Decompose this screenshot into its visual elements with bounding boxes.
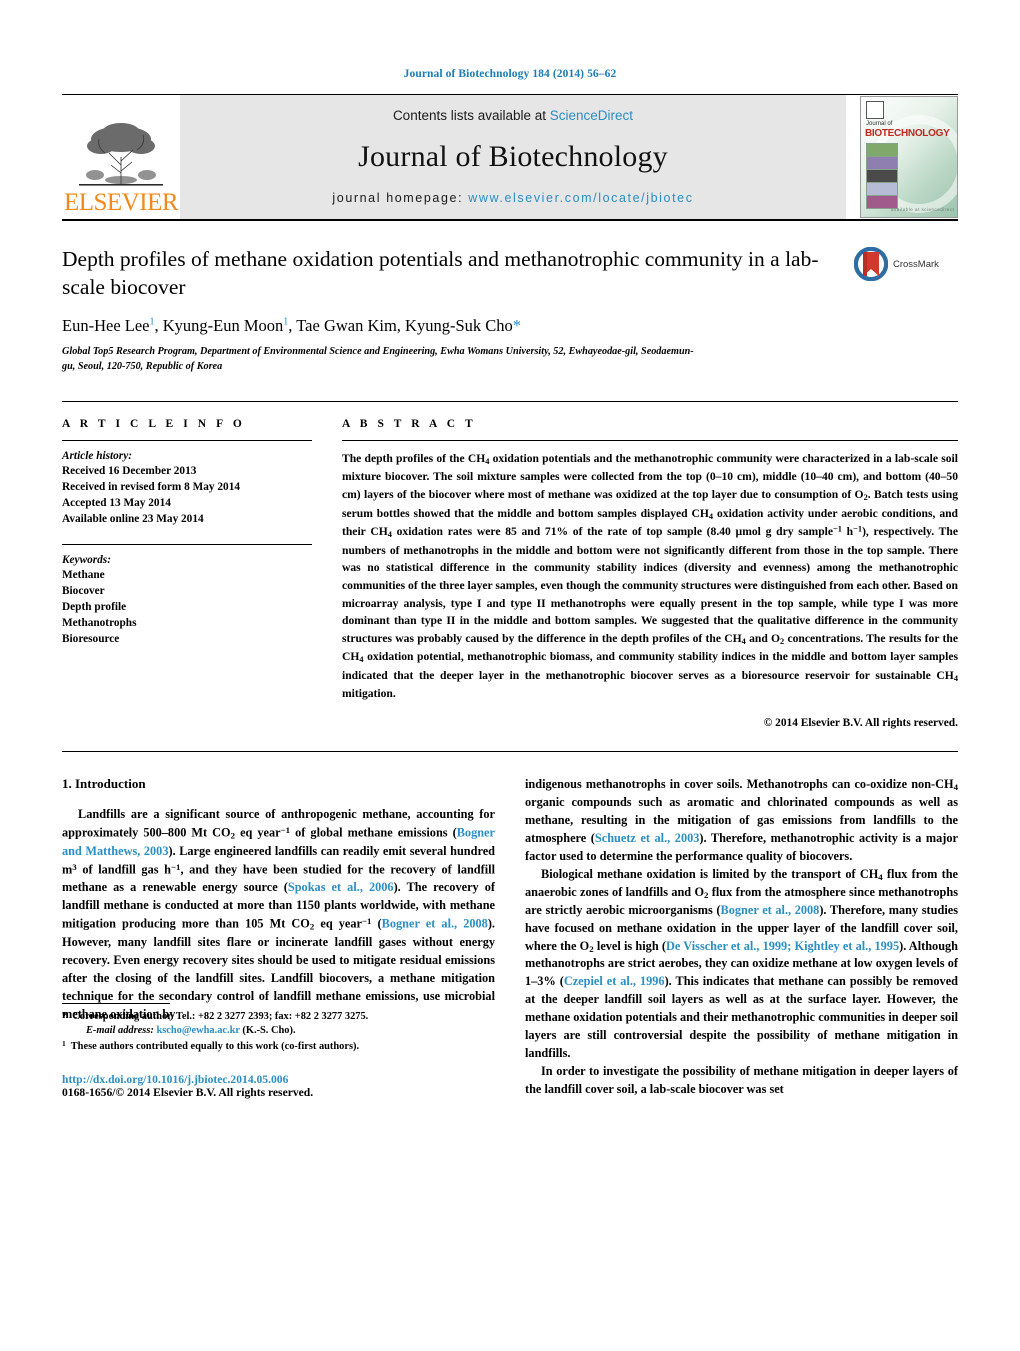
abstract-copyright: © 2014 Elsevier B.V. All rights reserved…	[763, 716, 958, 729]
abstract-divider	[342, 439, 958, 441]
cover-photo-strip	[866, 169, 898, 183]
abstract-heading: A B S T R A C T	[342, 417, 477, 430]
history-item: Received in revised form 8 May 2014	[62, 480, 240, 493]
running-head: Journal of Biotechnology 184 (2014) 56–6…	[403, 68, 617, 80]
history-item: Accepted 13 May 2014	[62, 497, 171, 509]
email-note: E-mail address: kscho@ewha.ac.kr (K.-S. …	[86, 1025, 296, 1037]
keywords-label: Keywords:	[62, 554, 111, 567]
author-list: Eun-Hee Lee1, Kyung-Eun Moon1, Tae Gwan …	[62, 315, 522, 335]
keywords-block: Keywords: Methane Biocover Depth profile…	[62, 544, 312, 647]
journal-title: Journal of Biotechnology	[358, 140, 668, 173]
keywords-divider	[62, 544, 312, 546]
keyword-item: Depth profile	[62, 601, 127, 614]
sciencedirect-link[interactable]: ScienceDirect	[550, 108, 633, 123]
doi-link[interactable]: http://dx.doi.org/10.1016/j.jbiotec.2014…	[62, 1073, 495, 1086]
cover-kicker: Journal of	[866, 121, 893, 127]
body-column-left: 1. Introduction Landfills are a signific…	[62, 776, 495, 1099]
journal-cover-thumbnail: Journal of BIOTECHNOLOGY available at sc…	[860, 96, 958, 218]
cover-photo-strip	[866, 182, 898, 196]
abstract-column: A B S T R A C T The depth profiles of th…	[342, 418, 958, 729]
page-title: Depth profiles of methane oxidation pote…	[62, 247, 819, 300]
doi-block: http://dx.doi.org/10.1016/j.jbiotec.2014…	[62, 1073, 495, 1099]
keyword-item: Methanotrophs	[62, 617, 137, 630]
body-columns: 1. Introduction Landfills are a signific…	[62, 752, 958, 1099]
paper-page: Journal of Biotechnology 184 (2014) 56–6…	[0, 0, 1020, 1351]
title-text-group: Depth profiles of methane oxidation pote…	[62, 245, 854, 375]
title-block: Depth profiles of methane oxidation pote…	[62, 221, 958, 375]
homepage-url-link[interactable]: www.elsevier.com/locate/jbiotec	[468, 191, 693, 205]
intro-paragraph-right: indigenous methanotrophs in cover soils.…	[525, 776, 959, 1097]
crossmark-label: CrossMark	[893, 258, 939, 270]
issn-copyright-line: 0168-1656/© 2014 Elsevier B.V. All right…	[62, 1086, 314, 1100]
crossmark-icon	[854, 247, 888, 281]
contents-prefix: Contents lists available at	[392, 108, 550, 123]
elsevier-wordmark: ELSEVIER	[63, 189, 179, 216]
cover-photo-strip	[866, 143, 898, 157]
sciencedirect-banner: Contents lists available at ScienceDirec…	[180, 95, 846, 219]
affiliation: Global Top5 Research Program, Department…	[62, 346, 694, 373]
cover-photo-strip	[866, 156, 898, 170]
equal-contribution-note: 1 These authors contributed equally to t…	[62, 1039, 360, 1053]
article-history-label: Article history:	[62, 449, 132, 462]
body-column-right: indigenous methanotrophs in cover soils.…	[525, 776, 958, 1099]
history-item: Available online 23 May 2014	[62, 513, 204, 526]
keyword-item: Biocover	[62, 585, 105, 598]
crossmark-badge[interactable]: CrossMark	[854, 245, 958, 281]
history-item: Received 16 December 2013	[62, 464, 197, 477]
homepage-label: journal homepage:	[332, 191, 469, 205]
cover-publisher-logo-icon	[866, 101, 884, 119]
keyword-item: Methane	[62, 569, 105, 582]
article-info-heading: A R T I C L E I N F O	[62, 417, 246, 430]
elsevier-logo: ELSEVIER	[62, 95, 180, 219]
keyword-item: Bioresource	[62, 633, 120, 646]
contents-available-line: Contents lists available at ScienceDirec…	[393, 108, 633, 123]
journal-cover-cell: Journal of BIOTECHNOLOGY available at sc…	[846, 95, 958, 219]
cover-footer-text: available at sciencedirect	[891, 207, 955, 212]
article-info-column: A R T I C L E I N F O Article history: R…	[62, 418, 342, 729]
elsevier-tree-icon	[79, 123, 163, 186]
footnote-region: * Corresponding author. Tel.: +82 2 3277…	[62, 987, 495, 1099]
abstract-text: The depth profiles of the CH4 oxidation …	[342, 451, 959, 701]
info-divider	[62, 439, 312, 441]
info-abstract-region: A R T I C L E I N F O Article history: R…	[62, 402, 958, 729]
section-title-introduction: 1. Introduction	[62, 775, 146, 791]
journal-homepage-line: journal homepage: www.elsevier.com/locat…	[332, 191, 693, 205]
cover-title: BIOTECHNOLOGY	[865, 128, 950, 139]
footnote-divider	[62, 1002, 170, 1004]
journal-masthead: ELSEVIER Contents lists available at Sci…	[62, 95, 958, 219]
corresponding-author-note: * Corresponding author. Tel.: +82 2 3277…	[62, 1010, 369, 1022]
